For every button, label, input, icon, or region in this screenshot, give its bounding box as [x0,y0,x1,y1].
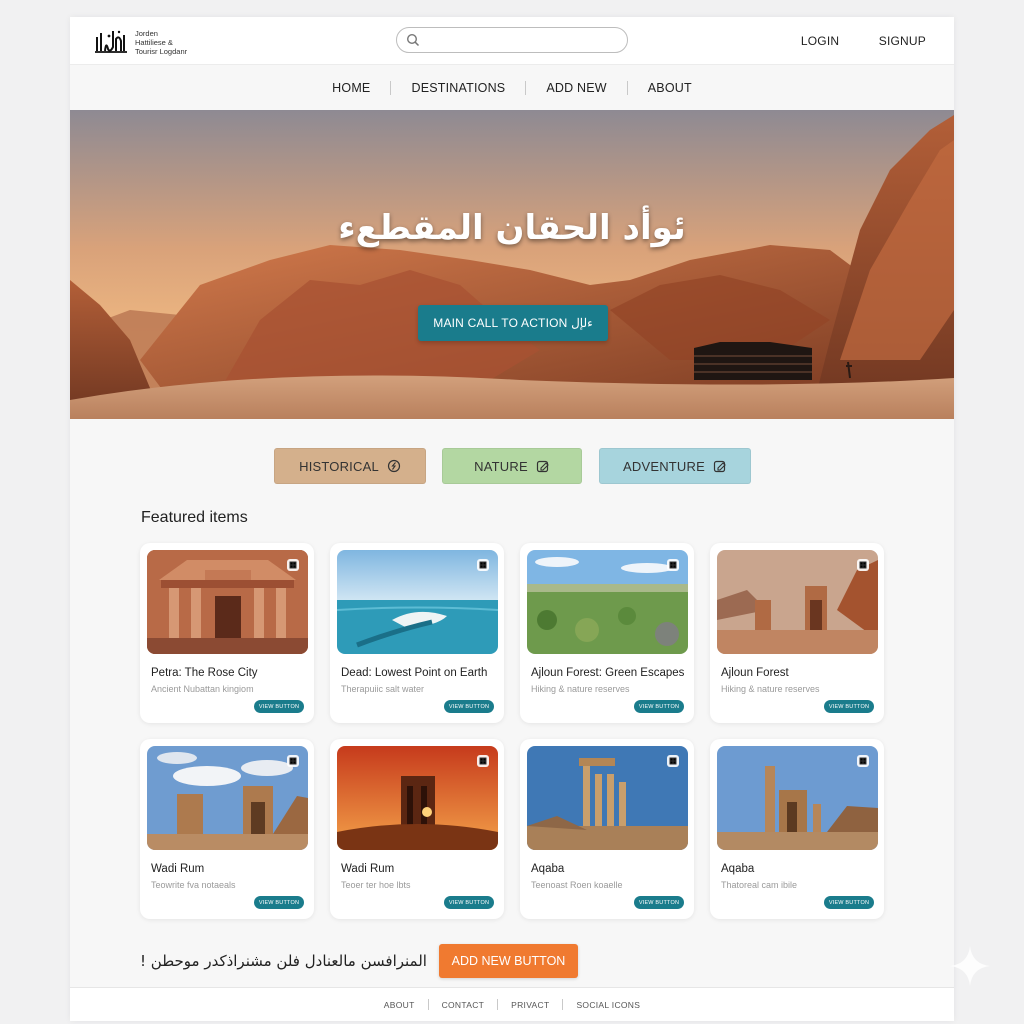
featured-heading: Featured items [141,509,248,526]
view-button[interactable]: VIEW BUTTON [444,896,494,909]
view-button[interactable]: VIEW BUTTON [634,896,684,909]
destination-card[interactable]: Aqaba Thatoreal cam ibile VIEW BUTTON [710,739,884,919]
compass-icon [387,459,400,473]
category-filters: HISTORICAL NATURE ADVENTURE [70,448,954,484]
card-title: Aqaba [531,863,565,875]
logo-text: Jorden Hattiliese & Tourisr Logdanr [135,29,187,56]
footer: ABOUT CONTACT PRIVACT SOCIAL ICONS [70,987,954,1021]
sunset-ruins-image [337,746,498,850]
ruins-clouds-image [147,746,308,850]
card-subtitle: Ancient Nubattan kingiom [151,684,254,694]
footer-about-link[interactable]: ABOUT [371,1000,428,1010]
destination-card[interactable]: Petra: The Rose City Ancient Nubattan ki… [140,543,314,723]
card-subtitle: Hiking & nature reserves [531,684,630,694]
category-nature[interactable]: NATURE [442,448,582,484]
page: Jorden Hattiliese & Tourisr Logdanr LOGI… [70,17,954,1021]
dead-sea-image [337,550,498,654]
category-adventure[interactable]: ADVENTURE [599,448,751,484]
search-icon [406,33,420,47]
nav-destinations[interactable]: DESTINATIONS [391,81,525,95]
card-subtitle: Thatoreal cam ibile [721,880,798,890]
destination-card[interactable]: Dead: Lowest Point on Earth Therapuiic s… [330,543,504,723]
petra-treasury-image [147,550,308,654]
grid-icon [287,755,299,767]
card-title: Wadi Rum [151,863,205,875]
grid-icon [667,755,679,767]
ajloun-landscape-image [527,550,688,654]
add-new-button[interactable]: ADD NEW BUTTON [439,944,578,978]
destination-card[interactable]: Ajloun Forest: Green Escapes Hiking & na… [520,543,694,723]
view-button[interactable]: VIEW BUTTON [634,700,684,713]
main-nav: HOME DESTINATIONS ADD NEW ABOUT [70,65,954,110]
footer-social-link[interactable]: SOCIAL ICONS [563,1000,653,1010]
view-button[interactable]: VIEW BUTTON [824,896,874,909]
card-subtitle: Therapuiic salt water [341,684,425,694]
grid-icon [857,755,869,767]
main-cta-button[interactable]: MAIN CALL TO ACTION ءلإل [418,305,608,341]
view-button[interactable]: VIEW BUTTON [254,896,304,909]
search-box[interactable] [396,27,628,53]
grid-icon [857,559,869,571]
logo-line-1: Jorden [135,29,158,38]
card-title: Aqaba [721,863,755,875]
logo-line-3: Tourisr Logdanr [135,47,188,56]
grid-icon [477,755,489,767]
login-link[interactable]: LOGIN [801,34,839,48]
card-subtitle: Hiking & nature reserves [721,684,820,694]
card-subtitle: Teowrite fva notaeals [151,880,236,890]
signup-link[interactable]: SIGNUP [879,34,926,48]
card-title: Dead: Lowest Point on Earth [341,667,488,679]
hero-banner: ئوأد الحقان المقطعء MAIN CALL TO ACTION … [70,110,954,419]
nav-add-new[interactable]: ADD NEW [526,81,626,95]
calligraphy-logo-icon [95,30,127,53]
grid-icon [287,559,299,571]
destination-card[interactable]: Wadi Rum Teowrite fva notaeals VIEW BUTT… [140,739,314,919]
sparkle-icon [950,946,990,986]
edit-icon [713,460,726,473]
card-subtitle: Teoer ter hoe lbts [341,880,411,890]
bottom-tagline: المنرافسن مالعنادل فلن مشنراذكدر موحطن ! [140,952,427,970]
auth-links: LOGIN SIGNUP [765,34,926,48]
destination-card[interactable]: Wadi Rum Teoer ter hoe lbts VIEW BUTTON [330,739,504,919]
footer-privacy-link[interactable]: PRIVACT [498,1000,562,1010]
view-button[interactable]: VIEW BUTTON [254,700,304,713]
grid-icon [477,559,489,571]
category-historical[interactable]: HISTORICAL [274,448,426,484]
destination-card[interactable]: Ajloun Forest Hiking & nature reserves V… [710,543,884,723]
hero-title: ئوأد الحقان المقطعء [338,208,686,248]
footer-contact-link[interactable]: CONTACT [429,1000,498,1010]
card-title: Petra: The Rose City [151,667,258,679]
view-button[interactable]: VIEW BUTTON [444,700,494,713]
category-label: HISTORICAL [299,458,379,474]
destination-card[interactable]: Aqaba Teenoast Roen koaelle VIEW BUTTON [520,739,694,919]
nav-about[interactable]: ABOUT [628,81,712,95]
category-label: ADVENTURE [623,458,705,474]
logo-line-2: Hattiliese & [135,38,173,47]
edit-icon [536,460,549,473]
card-title: Wadi Rum [341,863,395,875]
search-input[interactable] [425,32,615,49]
jerash-columns-image [527,746,688,850]
grid-icon [667,559,679,571]
logo[interactable]: Jorden Hattiliese & Tourisr Logdanr [94,25,214,57]
card-subtitle: Teenoast Roen koaelle [531,880,623,890]
category-label: NATURE [474,458,528,474]
desert-ruins-image [717,550,878,654]
view-button[interactable]: VIEW BUTTON [824,700,874,713]
hero-desert-image [70,110,954,419]
nav-home[interactable]: HOME [312,81,390,95]
top-bar: Jorden Hattiliese & Tourisr Logdanr LOGI… [70,17,954,65]
temple-columns-image [717,746,878,850]
card-title: Ajloun Forest: Green Escapes [531,667,685,679]
card-title: Ajloun Forest [721,667,789,679]
